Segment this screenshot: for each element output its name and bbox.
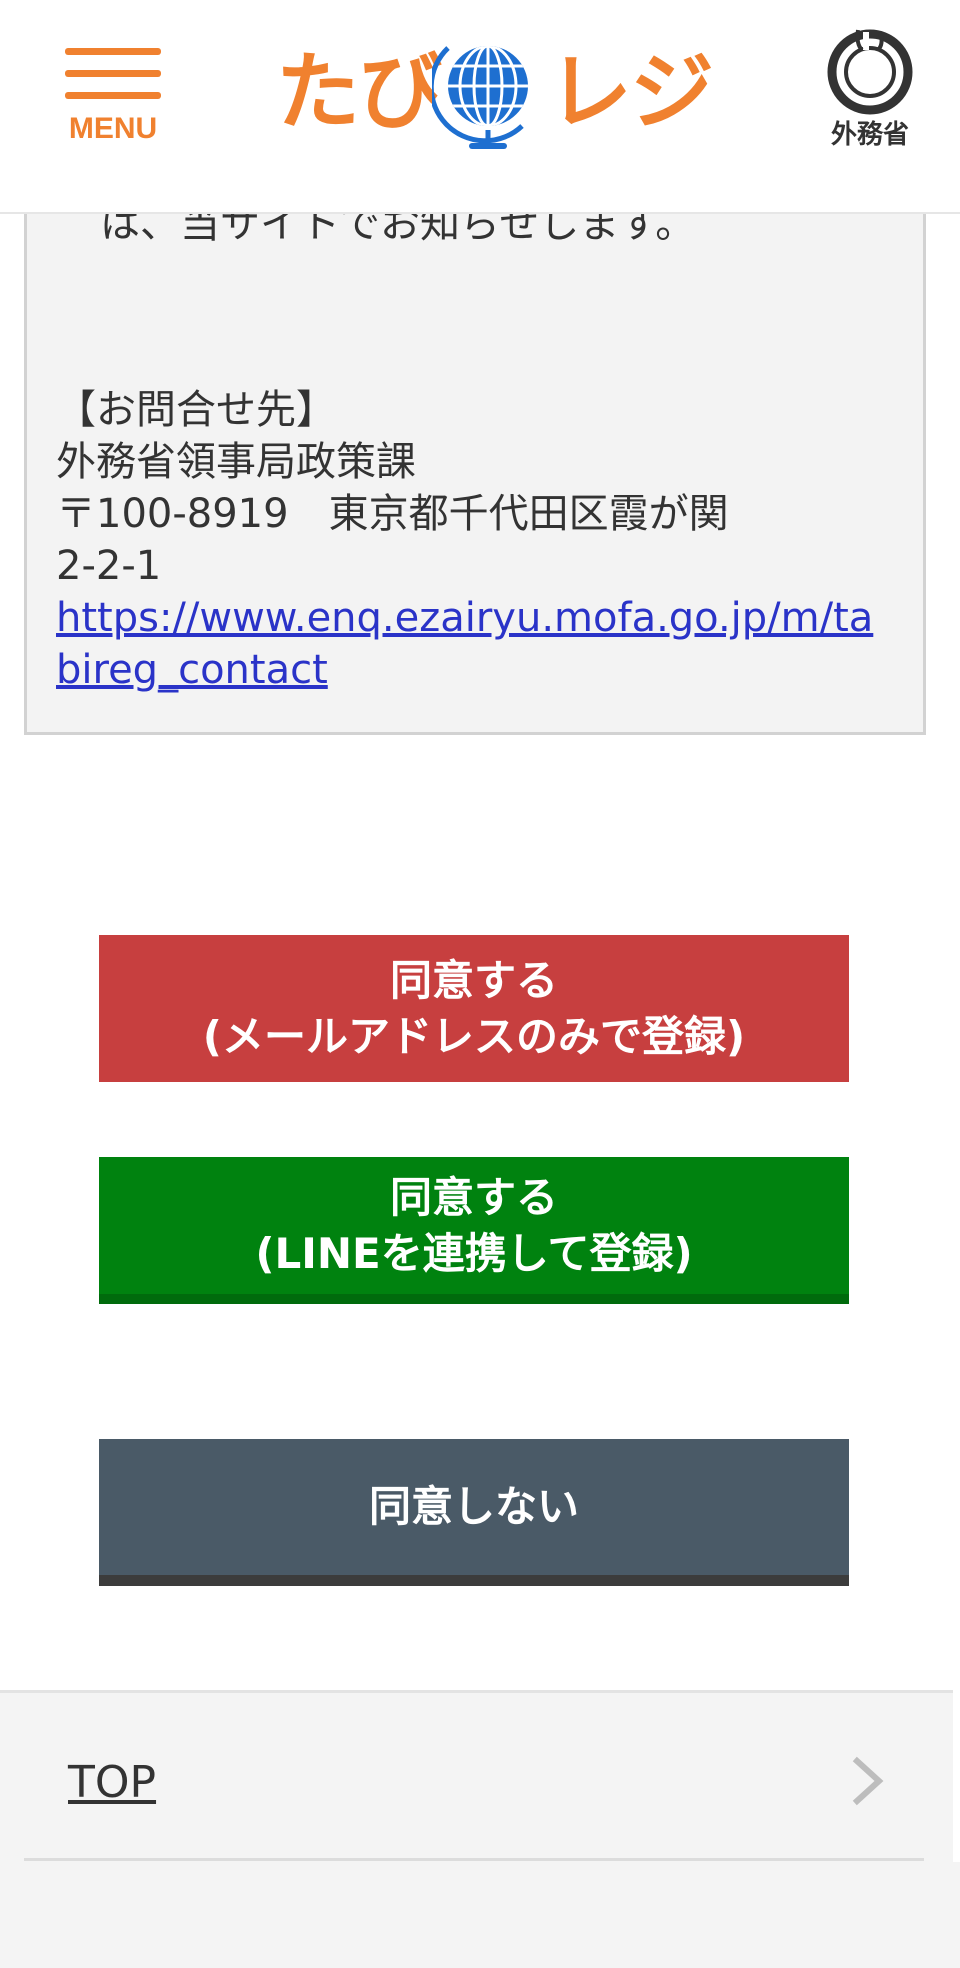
menu-button[interactable]: MENU bbox=[60, 44, 166, 154]
mofa-emblem-icon bbox=[827, 29, 913, 115]
menu-label: MENU bbox=[68, 112, 158, 145]
agree-email-button[interactable]: 同意する (メールアドレスのみで登録) bbox=[99, 935, 849, 1082]
contact-heading: 【お問合せ先】 bbox=[56, 387, 336, 433]
mofa-link[interactable]: 外務省 bbox=[822, 26, 918, 156]
contact-url-link[interactable]: https://www.enq.ezairyu.mofa.go.jp/m/tab… bbox=[56, 592, 876, 696]
agree-line-button-label: 同意する bbox=[389, 1172, 558, 1222]
ministry-label: 外務省 bbox=[830, 120, 909, 150]
globe-icon bbox=[432, 46, 528, 149]
site-logo[interactable]: たび レジ bbox=[270, 30, 714, 155]
decline-button[interactable]: 同意しない bbox=[99, 1439, 849, 1586]
contact-address-number: 2-2-1 bbox=[56, 543, 162, 589]
contact-address: 〒100-8919 東京都千代田区霞が関 bbox=[56, 491, 729, 537]
footer-nav: TOP bbox=[0, 1690, 953, 1863]
page-bottom-area bbox=[0, 1862, 960, 1968]
site-header: MENU たび レジ 外務省 bbox=[0, 0, 960, 214]
footer-divider bbox=[24, 1858, 924, 1861]
logo-text-left: たび bbox=[276, 43, 442, 141]
contact-organization: 外務省領事局政策課 bbox=[56, 439, 416, 485]
agree-line-button-sublabel: (LINEを連携して登録) bbox=[255, 1228, 693, 1278]
top-link[interactable]: TOP bbox=[68, 1757, 156, 1808]
agree-email-button-sublabel: (メールアドレスのみで登録) bbox=[202, 1011, 746, 1061]
agree-email-button-label: 同意する bbox=[389, 955, 558, 1005]
decline-button-label: 同意しない bbox=[368, 1482, 579, 1531]
page: は、当サイトでお知らせします。 【お問合せ先】 外務省領事局政策課 〒100-8… bbox=[0, 0, 960, 1968]
chevron-right-icon[interactable] bbox=[845, 1755, 893, 1807]
agree-line-button[interactable]: 同意する (LINEを連携して登録) bbox=[99, 1157, 849, 1304]
logo-text-right: レジ bbox=[548, 43, 714, 141]
contact-block: 【お問合せ先】 外務省領事局政策課 〒100-8919 東京都千代田区霞が関 2… bbox=[56, 384, 906, 696]
